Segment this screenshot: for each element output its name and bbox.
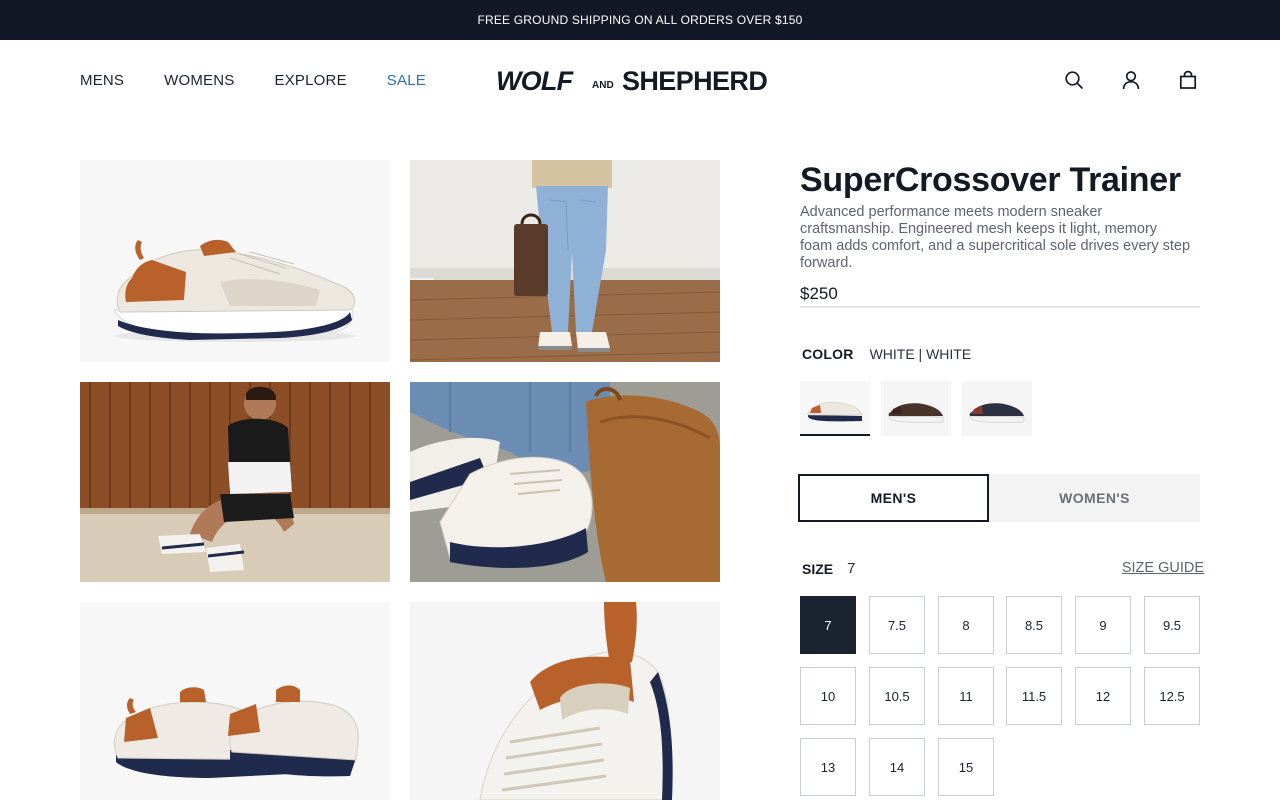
size-option-9[interactable]: 9 [1075, 596, 1131, 654]
cart-icon[interactable] [1176, 68, 1200, 92]
size-option-10-5[interactable]: 10.5 [869, 667, 925, 725]
promo-text: FREE GROUND SHIPPING ON ALL ORDERS OVER … [477, 13, 803, 27]
product-title: SuperCrossover Trainer [800, 161, 1181, 199]
site-header: MENS WOMENS EXPLORE SALE WOLF AND SHEPHE… [0, 40, 1280, 120]
size-option-11[interactable]: 11 [938, 667, 994, 725]
swatch-white[interactable] [800, 381, 870, 436]
color-value: WHITE | WHITE [869, 346, 972, 362]
brand-logo[interactable]: WOLF AND SHEPHERD [496, 64, 786, 96]
price-row: $250 [800, 284, 1200, 308]
size-option-8[interactable]: 8 [938, 596, 994, 654]
swatch-brown[interactable] [881, 381, 951, 436]
svg-text:SHEPHERD: SHEPHERD [622, 66, 767, 96]
header-icons [1029, 68, 1200, 92]
size-option-7-5[interactable]: 7.5 [869, 596, 925, 654]
search-icon[interactable] [1062, 68, 1086, 92]
size-option-10[interactable]: 10 [800, 667, 856, 725]
size-option-8-5[interactable]: 8.5 [1006, 596, 1062, 654]
nav-item-sale[interactable]: SALE [387, 72, 426, 89]
size-value: 7 [847, 560, 856, 577]
product-image-pair[interactable] [80, 602, 390, 800]
product-description: Advanced performance meets modern sneake… [800, 204, 1191, 271]
svg-text:WOLF: WOLF [496, 66, 575, 96]
brand-logo-wordmark: WOLF AND SHEPHERD [496, 66, 768, 96]
size-option-14[interactable]: 14 [869, 738, 925, 796]
size-guide-link[interactable]: SIZE GUIDE [1122, 560, 1204, 576]
product-image-lifestyle-standing[interactable] [410, 160, 720, 362]
size-option-13[interactable]: 13 [800, 738, 856, 796]
product-image-lifestyle-seated[interactable] [80, 382, 390, 582]
gender-womens-button[interactable]: WOMEN'S [989, 474, 1200, 522]
size-option-11-5[interactable]: 11.5 [1006, 667, 1062, 725]
gender-toggle: MEN'S WOMEN'S [798, 474, 1200, 522]
product-image-closeup-bag[interactable] [410, 382, 720, 582]
color-label: COLOR [802, 346, 854, 362]
product-info: SuperCrossover Trainer Advanced performa… [798, 160, 1204, 796]
product-image-side[interactable] [80, 160, 390, 362]
size-option-12-5[interactable]: 12.5 [1144, 667, 1200, 725]
product-price: $250 [800, 284, 838, 303]
size-row: SIZE 7 SIZE GUIDE [802, 560, 1204, 577]
nav-item-explore[interactable]: EXPLORE [275, 72, 347, 89]
svg-text:AND: AND [592, 80, 614, 91]
promo-banner: FREE GROUND SHIPPING ON ALL ORDERS OVER … [0, 0, 1280, 40]
product-image-heel-closeup[interactable] [410, 602, 720, 800]
size-option-15[interactable]: 15 [938, 738, 994, 796]
gender-mens-button[interactable]: MEN'S [798, 474, 989, 522]
color-swatches [800, 381, 1043, 436]
main-nav: MENS WOMENS EXPLORE SALE [80, 40, 466, 120]
swatch-navy[interactable] [962, 381, 1032, 436]
color-row: COLOR WHITE | WHITE [802, 346, 971, 362]
nav-item-womens[interactable]: WOMENS [164, 72, 234, 89]
size-option-12[interactable]: 12 [1075, 667, 1131, 725]
size-option-9-5[interactable]: 9.5 [1144, 596, 1200, 654]
size-option-7[interactable]: 7 [800, 596, 856, 654]
account-icon[interactable] [1119, 68, 1143, 92]
size-label: SIZE [802, 560, 834, 577]
nav-item-mens[interactable]: MENS [80, 72, 124, 89]
